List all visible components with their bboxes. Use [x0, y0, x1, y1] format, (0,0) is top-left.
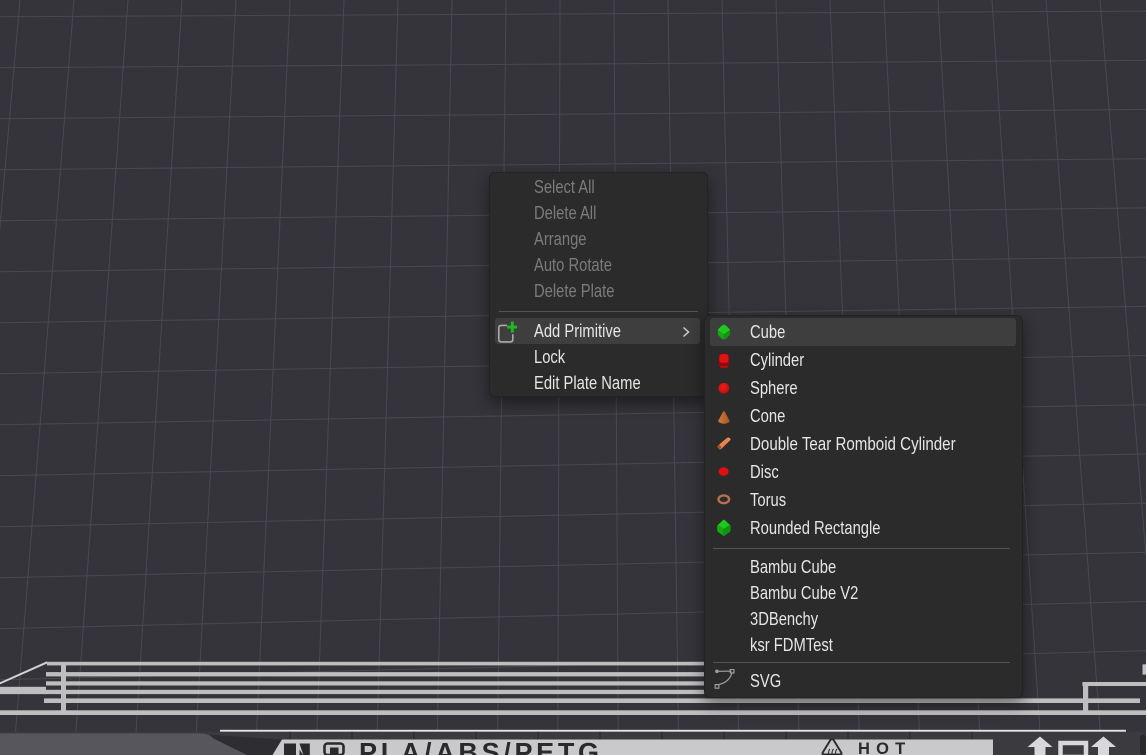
svg-text:HOT: HOT — [858, 740, 911, 755]
